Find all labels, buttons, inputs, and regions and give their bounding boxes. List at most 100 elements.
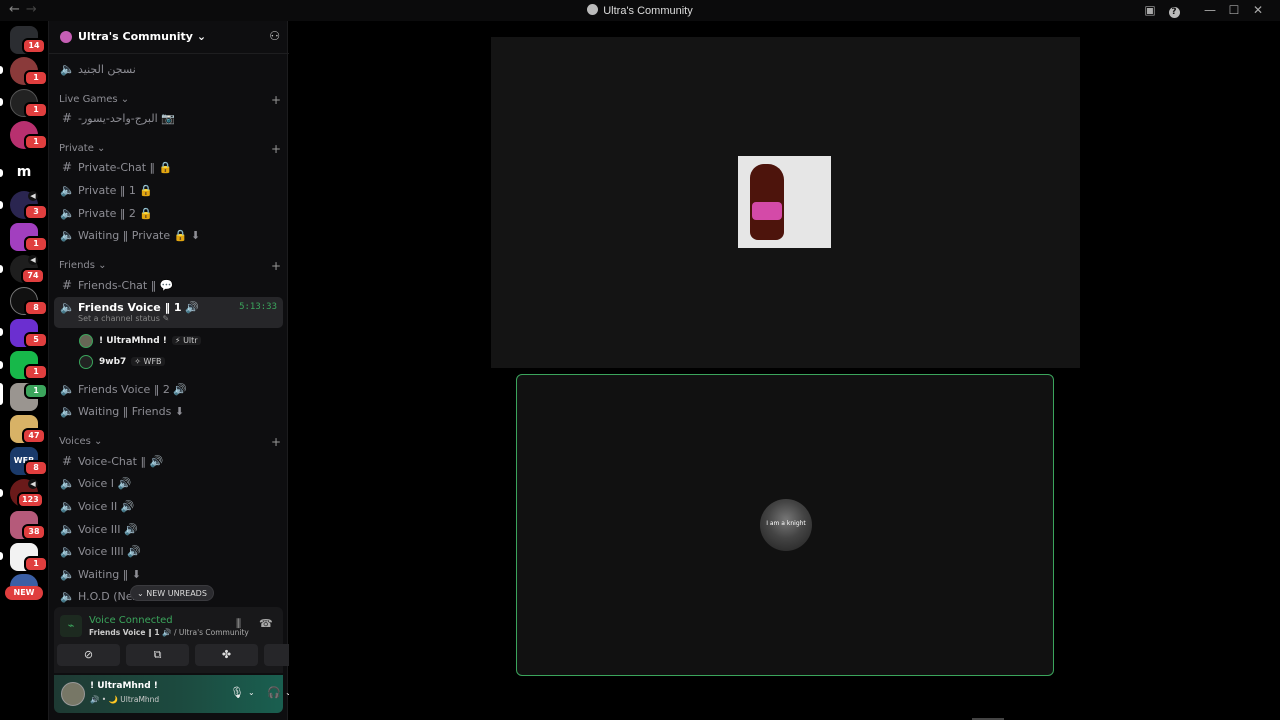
- minimize-button[interactable]: —: [1198, 3, 1222, 18]
- category-live-games[interactable]: Live Games ⌄ +: [59, 93, 283, 107]
- unread-pill: [0, 201, 3, 209]
- channel-top-voice[interactable]: 🔈 نسجن الجنيد: [54, 59, 283, 80]
- close-button[interactable]: ✕: [1246, 3, 1270, 18]
- new-unreads-button[interactable]: ⌄ NEW UNREADS: [130, 585, 214, 601]
- speaker-icon: 🔈: [60, 522, 75, 536]
- voice-member-1[interactable]: ! UltraMhnd ! ⚡ Ultr: [79, 332, 279, 350]
- channel-label: Voice III 🔊: [78, 523, 138, 536]
- speaker-icon: 🔈: [60, 476, 75, 490]
- headphones-icon[interactable]: 🎧: [267, 686, 281, 699]
- voice-location[interactable]: Friends Voice ‖ 1 🔊 / Ultra's Community: [89, 628, 249, 637]
- voice-actions: ⊘ ⧉ ✤ ♪: [57, 644, 328, 666]
- server-badge: 38: [22, 524, 46, 540]
- channel-voice-ii[interactable]: 🔈 Voice II 🔊: [54, 496, 283, 517]
- maximize-button[interactable]: ☐: [1222, 3, 1246, 18]
- server-badge: 1: [24, 102, 48, 118]
- category-friends[interactable]: Friends ⌄ +: [59, 259, 283, 273]
- speaker-icon: 🔈: [60, 544, 75, 558]
- channel-label: نسجن الجنيد: [78, 63, 136, 76]
- channel-friends-voice-1[interactable]: 🔈 Friends Voice ‖ 1 🔊 5:13:33 Set a chan…: [54, 297, 283, 328]
- channel-friends-voice-2[interactable]: 🔈 Friends Voice ‖ 2 🔊: [54, 379, 283, 400]
- hash-icon: #: [61, 278, 73, 292]
- server-badge: 1: [24, 70, 48, 86]
- avatar-caption: I am a knight: [766, 520, 806, 527]
- voice-member-2[interactable]: 9wb7 ✧ WFB: [79, 353, 279, 371]
- hash-icon: #: [61, 160, 73, 174]
- speaker-icon: ◀: [28, 191, 38, 201]
- server-badge: 1: [24, 364, 48, 380]
- channel-private-1[interactable]: 🔈 Private ‖ 1 🔒: [54, 180, 283, 201]
- speaker-icon: 🔈: [60, 228, 75, 242]
- selected-server-pill: [0, 383, 3, 405]
- invite-people-icon[interactable]: ⚇: [269, 29, 280, 43]
- channel-voice-i[interactable]: 🔈 Voice I 🔊: [54, 473, 283, 494]
- category-voices[interactable]: Voices ⌄ +: [59, 435, 283, 449]
- avatar[interactable]: [61, 682, 85, 706]
- inbox-icon[interactable]: ▣: [1138, 3, 1162, 18]
- channel-voice-chat[interactable]: # Voice-Chat ‖ 🔊: [54, 451, 283, 472]
- category-private[interactable]: Private ⌄ +: [59, 142, 283, 156]
- disconnect-icon[interactable]: ☎: [259, 617, 273, 630]
- add-channel-icon[interactable]: +: [271, 259, 281, 273]
- microphone-icon[interactable]: 🎙: [230, 686, 244, 699]
- category-label: Voices: [59, 436, 91, 447]
- dm-badge: 14: [22, 38, 46, 54]
- server-badge: 1: [24, 556, 48, 572]
- new-unreads-pill[interactable]: NEW: [5, 586, 43, 600]
- speaker-icon: 🔈: [60, 589, 75, 603]
- voice-connected-panel: ⌁ Voice Connected Friends Voice ‖ 1 🔊 / …: [54, 607, 328, 673]
- voice-channel-name: Friends Voice ‖ 1 🔊: [89, 628, 172, 637]
- screen-share-button[interactable]: ⧉: [126, 644, 189, 666]
- channel-friends-chat[interactable]: # Friends-Chat ‖ 💬: [54, 275, 283, 296]
- category-label: Live Games: [59, 94, 118, 105]
- camera-off-button[interactable]: ⊘: [57, 644, 120, 666]
- activities-button[interactable]: ✤: [195, 644, 258, 666]
- unread-pill: [0, 66, 3, 74]
- channel-label: Private-Chat ‖ 🔒: [78, 161, 173, 174]
- help-button[interactable]: ?: [1162, 3, 1186, 18]
- channel-label: Private ‖ 1 🔒: [78, 184, 154, 197]
- unread-pill: [0, 552, 3, 560]
- server-icon-4[interactable]: m: [10, 158, 38, 186]
- add-channel-icon[interactable]: +: [271, 142, 281, 156]
- stream-tile[interactable]: [491, 37, 1080, 368]
- channel-voice-iii[interactable]: 🔈 Voice III 🔊: [54, 519, 283, 540]
- participant-avatar: I am a knight: [760, 499, 812, 551]
- channel-label: Friends Voice ‖ 2 🔊: [78, 383, 188, 396]
- server-icon: [587, 4, 599, 15]
- speaker-icon: 🔈: [60, 499, 75, 513]
- channel-status-prompt[interactable]: Set a channel status ✎: [78, 313, 169, 325]
- channel-private-chat[interactable]: # Private-Chat ‖ 🔒: [54, 157, 283, 178]
- add-channel-icon[interactable]: +: [271, 435, 281, 449]
- unread-pill: [0, 169, 3, 177]
- channel-waiting-private[interactable]: 🔈 Waiting ‖ Private 🔒 ⬇: [54, 225, 283, 246]
- speaker-icon: 🔈: [60, 382, 75, 396]
- speaker-icon: 🔈: [60, 300, 75, 314]
- signal-icon[interactable]: ⌁: [60, 615, 82, 637]
- speaker-icon: 🔈: [60, 404, 75, 418]
- noise-suppression-icon[interactable]: ⫼: [236, 617, 241, 631]
- voice-status[interactable]: Voice Connected: [89, 615, 173, 626]
- add-channel-icon[interactable]: +: [271, 93, 281, 107]
- channel-live-games[interactable]: # -البرج-واحد-يسور 📷: [54, 108, 283, 129]
- category-label: Friends: [59, 260, 95, 271]
- channel-waiting[interactable]: 🔈 Waiting ‖ ⬇: [54, 564, 283, 585]
- channel-waiting-friends[interactable]: 🔈 Waiting ‖ Friends ⬇: [54, 401, 283, 422]
- window-title: Ultra's Community: [0, 4, 1280, 17]
- speaking-user-tile[interactable]: I am a knight: [516, 374, 1054, 676]
- hash-icon: #: [61, 111, 73, 125]
- chevron-down-icon[interactable]: ⌄: [248, 688, 255, 697]
- channel-sidebar: Ultra's Community ⌄ ⚇ 🔈 نسجن الجنيد Live …: [48, 21, 328, 720]
- server-badge: 123: [17, 492, 44, 508]
- server-icon-17[interactable]: [10, 574, 38, 586]
- channel-label: Waiting ‖ Private 🔒 ⬇: [78, 229, 201, 242]
- speaker-icon: 🔈: [60, 206, 75, 220]
- server-rail: 14 1 1 1 m ◀ 3 1 ◀ 74 8 5 1 1 47 WFB 8 ◀…: [0, 21, 48, 720]
- username[interactable]: ! UltraMhnd !: [90, 681, 158, 691]
- user-panel: ! UltraMhnd ! 🔊 • 🌙 UltraMhnd 🎙 ⌄ 🎧 ⌄ ⚙: [54, 675, 316, 713]
- channel-private-2[interactable]: 🔈 Private ‖ 2 🔒: [54, 203, 283, 224]
- speaker-icon: 🔈: [60, 62, 75, 76]
- channel-voice-iiii[interactable]: 🔈 Voice IIII 🔊: [54, 541, 283, 562]
- server-badge: 1: [24, 134, 48, 150]
- server-header[interactable]: Ultra's Community ⌄ ⚇: [49, 21, 289, 54]
